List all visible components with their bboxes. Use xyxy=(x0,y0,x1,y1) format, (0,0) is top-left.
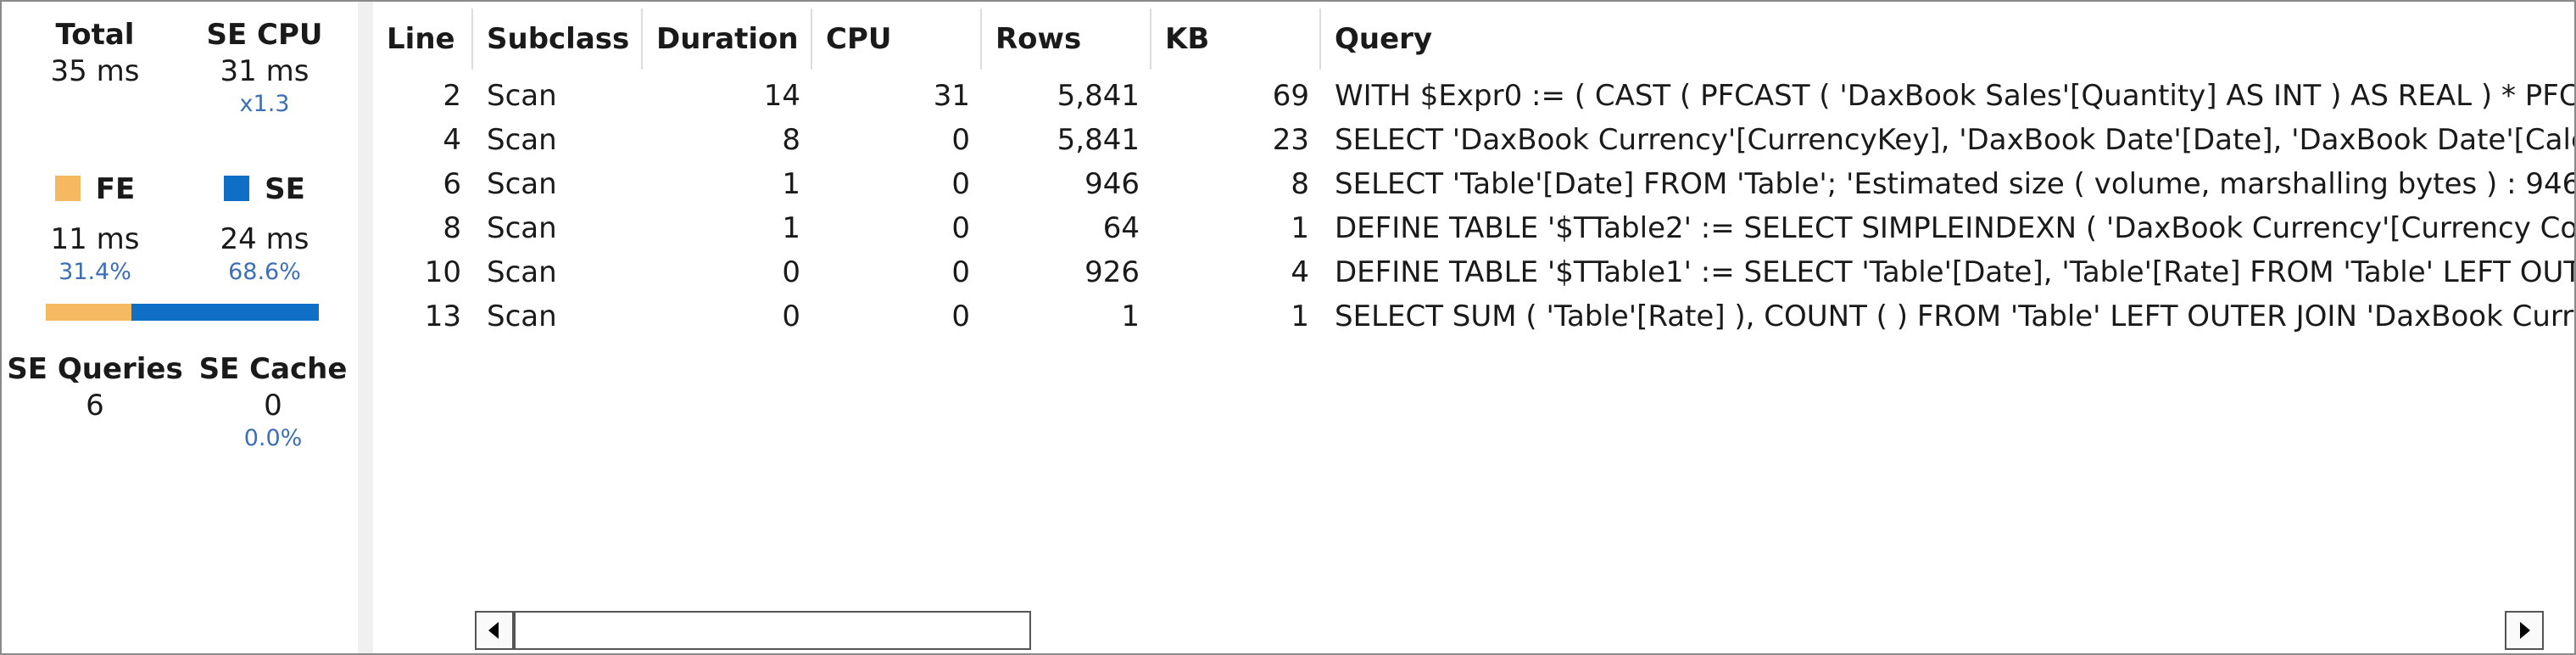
column-header-subclass[interactable]: Subclass xyxy=(473,8,643,70)
cell-line: 6 xyxy=(443,167,461,201)
cell-line: 2 xyxy=(443,79,461,113)
cell-subclass: Scan xyxy=(487,211,557,245)
cell-subclass: Scan xyxy=(487,255,557,289)
fe-se-ratio-bar xyxy=(46,304,319,321)
cell-subclass: Scan xyxy=(487,123,557,157)
cell-line: 10 xyxy=(424,255,461,289)
se-cache-stat: SE Cache 0 0.0% xyxy=(180,351,366,453)
cell-cpu: 0 xyxy=(951,123,970,157)
se-cpu-ratio: x1.3 xyxy=(239,91,290,117)
cell-query: WITH $Expr0 := ( CAST ( PFCAST ( 'DaxBoo… xyxy=(1335,79,2574,113)
se-cache-value: 0 xyxy=(264,389,282,423)
column-header-rows[interactable]: Rows xyxy=(982,8,1151,70)
table-row[interactable]: 4 Scan 8 0 5,841 23 SELECT 'DaxBook Curr… xyxy=(373,119,2574,161)
se-queries-stat: SE Queries 6 xyxy=(2,351,188,424)
se-stat: SE 24 ms 68.6% xyxy=(171,171,358,287)
cell-subclass: Scan xyxy=(487,300,557,333)
timings-summary-pane: Total 35 ms SE CPU 31 ms x1.3 FE 11 ms 3… xyxy=(2,2,358,653)
cell-kb: 4 xyxy=(1291,255,1309,289)
table-row[interactable]: 8 Scan 1 0 64 1 DEFINE TABLE '$TTable2' … xyxy=(373,207,2574,249)
cell-rows: 5,841 xyxy=(1057,123,1140,157)
total-value: 35 ms xyxy=(50,54,140,88)
table-row[interactable]: 6 Scan 1 0 946 8 SELECT 'Table'[Date] FR… xyxy=(373,163,2574,205)
total-label: Total xyxy=(55,18,135,52)
cell-cpu: 0 xyxy=(951,211,970,245)
se-bar-segment xyxy=(131,304,319,321)
cell-duration: 0 xyxy=(782,300,800,333)
fe-bar-segment xyxy=(46,304,132,321)
se-cpu-value: 31 ms xyxy=(220,54,309,88)
pane-splitter[interactable] xyxy=(358,2,373,653)
table-row[interactable]: 2 Scan 14 31 5,841 69 WITH $Expr0 := ( C… xyxy=(373,75,2574,117)
cell-query: SELECT 'DaxBook Currency'[CurrencyKey], … xyxy=(1335,123,2574,157)
table-row[interactable]: 10 Scan 0 0 926 4 DEFINE TABLE '$TTable1… xyxy=(373,251,2574,294)
cell-line: 13 xyxy=(424,300,461,333)
se-cache-percent: 0.0% xyxy=(243,425,303,451)
cell-query: DEFINE TABLE '$TTable2' := SELECT SIMPLE… xyxy=(1335,211,2574,245)
se-value: 24 ms xyxy=(220,222,309,256)
column-header-line[interactable]: Line xyxy=(373,8,473,70)
cell-line: 4 xyxy=(443,123,461,157)
se-cpu-label: SE CPU xyxy=(206,18,323,52)
column-header-kb[interactable]: KB xyxy=(1151,8,1321,70)
cell-kb: 1 xyxy=(1291,300,1309,333)
se-cache-label: SE Cache xyxy=(198,352,348,386)
column-header-cpu[interactable]: CPU xyxy=(812,8,982,70)
fe-stat: FE 11 ms 31.4% xyxy=(2,171,188,287)
se-percent: 68.6% xyxy=(228,259,301,285)
column-header-query[interactable]: Query xyxy=(1321,8,2574,70)
cell-rows: 5,841 xyxy=(1057,79,1140,113)
total-stat: Total 35 ms xyxy=(2,17,188,90)
cell-cpu: 31 xyxy=(933,79,970,113)
se-cpu-stat: SE CPU 31 ms x1.3 xyxy=(171,17,358,119)
cell-query: DEFINE TABLE '$TTable1' := SELECT 'Table… xyxy=(1335,255,2574,289)
cell-duration: 1 xyxy=(782,167,800,201)
se-color-swatch xyxy=(224,176,250,201)
fe-percent: 31.4% xyxy=(59,259,131,285)
se-queries-value: 6 xyxy=(86,389,104,423)
se-label: SE xyxy=(265,172,305,206)
arrow-left-icon xyxy=(488,622,499,639)
cell-duration: 8 xyxy=(782,123,800,157)
scroll-left-button[interactable] xyxy=(475,611,514,650)
se-heading: SE xyxy=(171,171,358,207)
cell-duration: 1 xyxy=(782,211,800,245)
horizontal-scrollbar[interactable] xyxy=(475,611,2544,650)
column-header-duration[interactable]: Duration xyxy=(643,8,812,70)
fe-heading: FE xyxy=(2,171,188,207)
arrow-right-icon xyxy=(2520,622,2530,639)
cell-rows: 64 xyxy=(1102,211,1140,245)
cell-cpu: 0 xyxy=(951,300,970,333)
se-queries-label: SE Queries xyxy=(7,352,183,386)
cell-duration: 0 xyxy=(782,255,800,289)
cell-kb: 1 xyxy=(1291,211,1309,245)
cell-cpu: 0 xyxy=(951,255,970,289)
cell-subclass: Scan xyxy=(487,167,557,201)
fe-value: 11 ms xyxy=(50,222,140,256)
table-row[interactable]: 13 Scan 0 0 1 1 SELECT SUM ( 'Table'[Rat… xyxy=(373,295,2574,338)
fe-color-swatch xyxy=(54,176,81,201)
cell-kb: 8 xyxy=(1291,167,1309,201)
cell-rows: 946 xyxy=(1084,167,1140,201)
cell-cpu: 0 xyxy=(951,167,970,201)
se-queries-grid: Line Subclass Duration CPU Rows KB Query… xyxy=(373,2,2574,653)
cell-query: SELECT SUM ( 'Table'[Rate] ), COUNT ( ) … xyxy=(1335,300,2574,333)
cell-duration: 14 xyxy=(763,79,800,113)
cell-rows: 926 xyxy=(1084,255,1140,289)
grid-header: Line Subclass Duration CPU Rows KB Query xyxy=(373,2,2574,73)
cell-subclass: Scan xyxy=(487,79,557,113)
scroll-thumb[interactable] xyxy=(514,611,1031,650)
scroll-right-button[interactable] xyxy=(2505,611,2544,650)
fe-label: FE xyxy=(95,172,136,206)
server-timings-panel: Total 35 ms SE CPU 31 ms x1.3 FE 11 ms 3… xyxy=(0,0,2576,655)
cell-kb: 23 xyxy=(1272,123,1309,157)
cell-line: 8 xyxy=(443,211,461,245)
cell-query: SELECT 'Table'[Date] FROM 'Table'; 'Esti… xyxy=(1335,167,2574,201)
cell-kb: 69 xyxy=(1272,79,1309,113)
cell-rows: 1 xyxy=(1121,300,1140,333)
